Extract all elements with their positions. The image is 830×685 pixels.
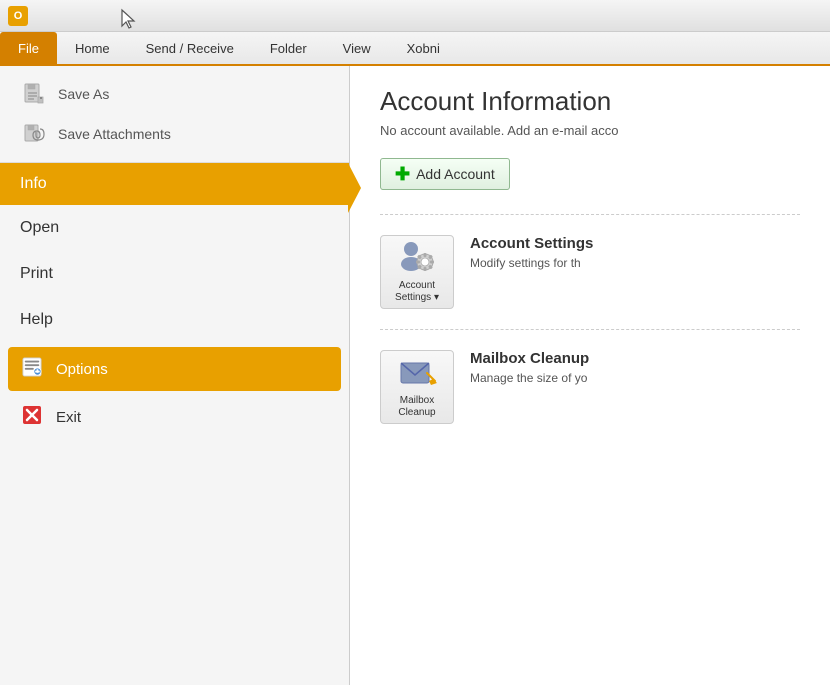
sidebar-item-help[interactable]: Help: [0, 297, 349, 343]
tab-folder[interactable]: Folder: [252, 32, 325, 64]
tab-home[interactable]: Home: [57, 32, 128, 64]
app-icon: O: [8, 6, 28, 26]
sidebar-item-save-as[interactable]: Save As: [0, 74, 349, 114]
mailbox-cleanup-desc: Manage the size of yo: [470, 371, 589, 385]
mailbox-cleanup-icon: [397, 355, 437, 391]
account-settings-icon: [397, 240, 437, 276]
save-attachments-icon: [20, 122, 48, 146]
info-label: Info: [20, 175, 47, 193]
account-settings-text: Account Settings Modify settings for th: [470, 235, 593, 270]
options-label: Options: [56, 361, 108, 378]
main-container: Save As Save Attachments Info Open: [0, 66, 830, 685]
exit-label: Exit: [56, 409, 81, 426]
save-as-icon: [20, 82, 48, 106]
sidebar-item-options[interactable]: Options: [8, 347, 341, 391]
sidebar-item-open[interactable]: Open: [0, 205, 349, 251]
sidebar-top-section: Save As Save Attachments: [0, 66, 349, 163]
cursor-icon: [120, 8, 138, 30]
tab-view[interactable]: View: [325, 32, 389, 64]
divider-1: [380, 214, 800, 215]
mailbox-cleanup-button[interactable]: MailboxCleanup: [380, 350, 454, 424]
sidebar: Save As Save Attachments Info Open: [0, 66, 350, 685]
page-title: Account Information: [380, 86, 800, 117]
divider-2: [380, 329, 800, 330]
account-settings-section: AccountSettings ▾ Account Settings Modif…: [380, 235, 800, 309]
account-settings-heading: Account Settings: [470, 235, 593, 252]
save-as-label: Save As: [58, 86, 109, 102]
tab-file[interactable]: File: [0, 32, 57, 64]
options-icon: [22, 357, 46, 381]
content-subtitle: No account available. Add an e-mail acco: [380, 123, 800, 138]
account-settings-icon-label: AccountSettings ▾: [395, 280, 439, 304]
sidebar-item-exit[interactable]: Exit: [0, 395, 349, 439]
mailbox-cleanup-section: MailboxCleanup Mailbox Cleanup Manage th…: [380, 350, 800, 424]
exit-icon: [22, 405, 46, 429]
print-label: Print: [20, 265, 53, 283]
add-account-label: Add Account: [416, 166, 495, 182]
sidebar-item-save-attachments[interactable]: Save Attachments: [0, 114, 349, 154]
account-settings-desc: Modify settings for th: [470, 256, 593, 270]
mailbox-cleanup-text: Mailbox Cleanup Manage the size of yo: [470, 350, 589, 385]
ribbon-tabs: File Home Send / Receive Folder View Xob…: [0, 32, 830, 66]
mailbox-cleanup-heading: Mailbox Cleanup: [470, 350, 589, 367]
account-settings-button[interactable]: AccountSettings ▾: [380, 235, 454, 309]
content-area: Account Information No account available…: [350, 66, 830, 685]
help-label: Help: [20, 311, 53, 329]
mailbox-cleanup-icon-label: MailboxCleanup: [398, 395, 435, 419]
tab-send-receive[interactable]: Send / Receive: [128, 32, 252, 64]
sidebar-item-print[interactable]: Print: [0, 251, 349, 297]
add-icon: ✚: [395, 165, 410, 183]
add-account-button[interactable]: ✚ Add Account: [380, 158, 510, 190]
save-attachments-label: Save Attachments: [58, 126, 171, 142]
tab-xobni[interactable]: Xobni: [389, 32, 458, 64]
sidebar-item-info[interactable]: Info: [0, 163, 349, 205]
open-label: Open: [20, 219, 59, 237]
